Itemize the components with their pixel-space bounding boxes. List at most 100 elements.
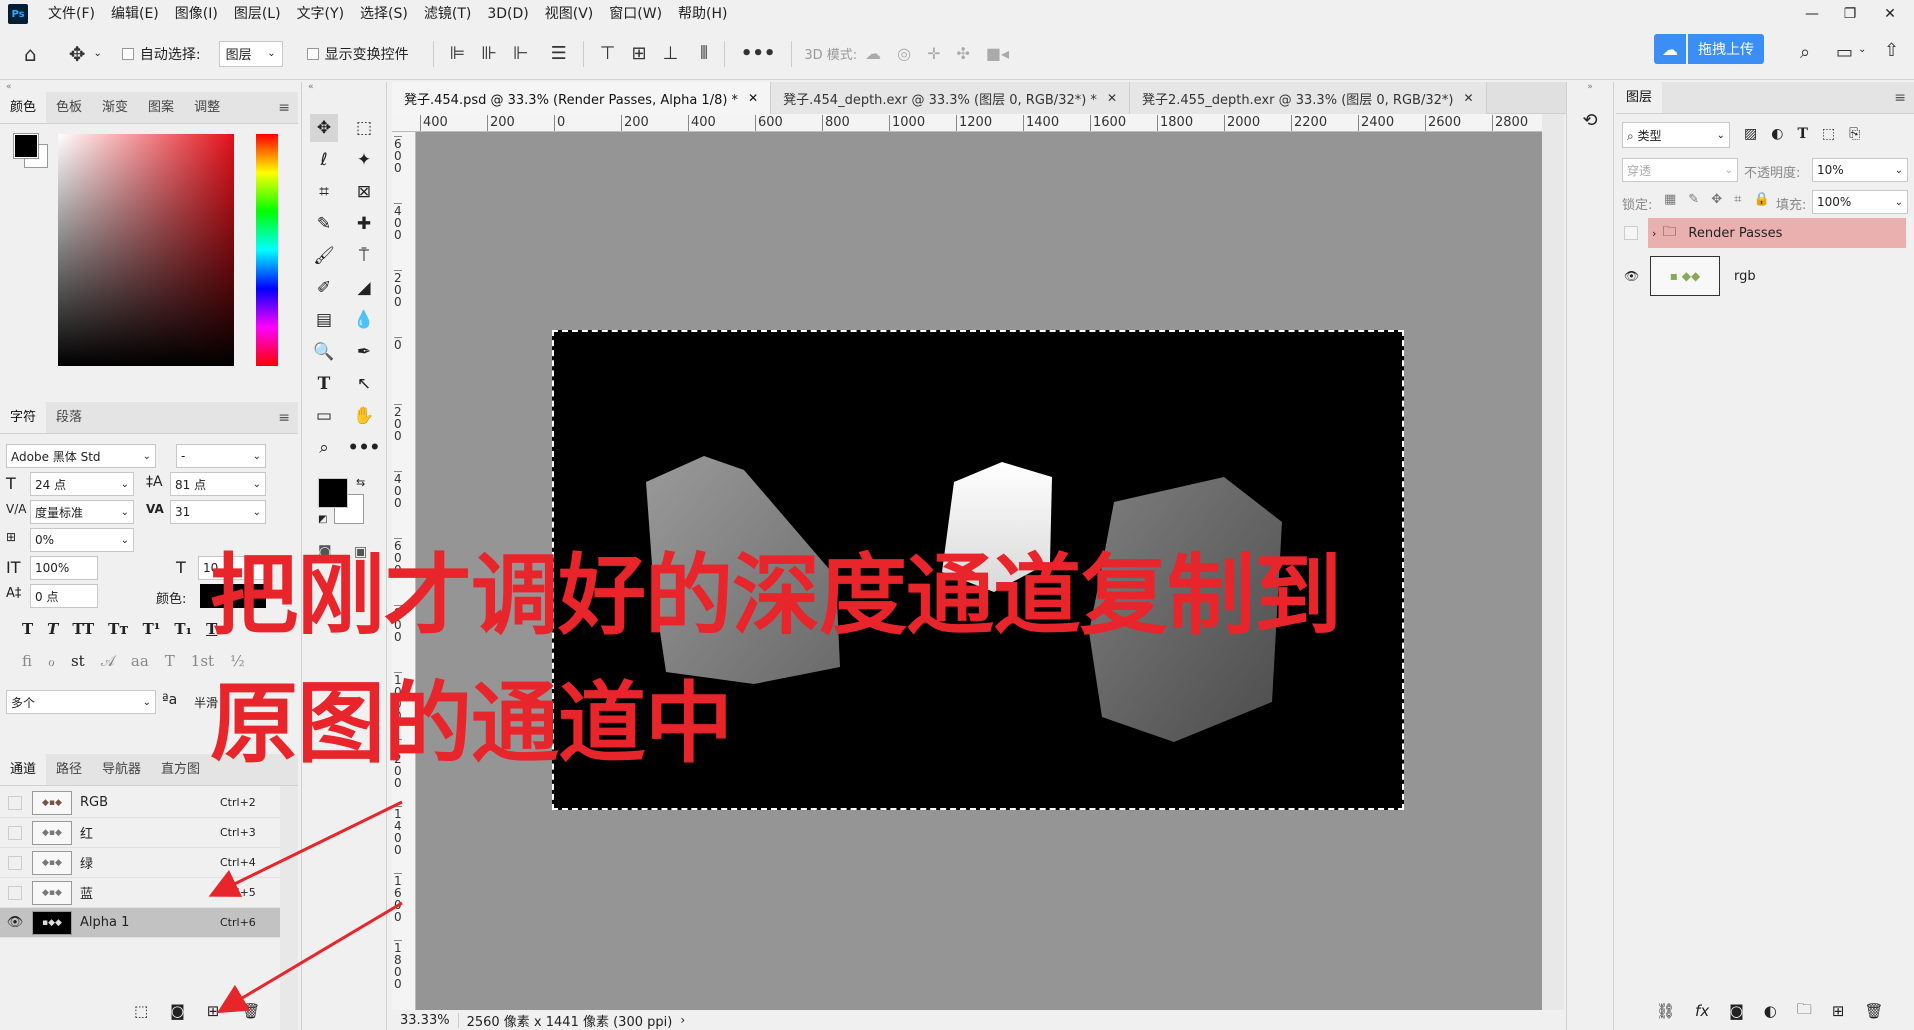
healing-brush-tool-icon[interactable]: ✚ <box>350 210 378 238</box>
orbit-3d-icon[interactable]: ☁ <box>865 44 881 63</box>
menu-file[interactable]: 文件(F) <box>40 0 103 28</box>
lock-artboard-icon[interactable]: ⌗ <box>1734 192 1741 207</box>
swap-colors-icon[interactable]: ⇆ <box>356 476 365 489</box>
link-icon[interactable]: ⛓ <box>1656 1002 1675 1020</box>
chevron-right-icon[interactable]: › <box>1652 227 1656 240</box>
menu-help[interactable]: 帮助(H) <box>670 0 735 28</box>
visibility-toggle[interactable] <box>8 825 22 840</box>
fill-field[interactable]: 100% ⌄ <box>1812 190 1908 214</box>
default-colors-icon[interactable]: ◩ <box>318 514 327 525</box>
eyedropper-tool-icon[interactable]: ✎ <box>310 210 338 238</box>
chevron-down-icon[interactable]: ⌄ <box>93 48 101 59</box>
stylistic-alternates-icon[interactable]: aa <box>131 652 149 670</box>
doc-tab-1[interactable]: 凳子.454.psd @ 33.3% (Render Passes, Alpha… <box>392 82 772 114</box>
menu-window[interactable]: 窗口(W) <box>601 0 670 28</box>
tab-color[interactable]: 颜色 <box>0 92 47 123</box>
ligature-icon[interactable]: fi <box>22 652 32 670</box>
history-panel-icon[interactable]: ⟲ <box>1576 110 1604 138</box>
faux-italic-icon[interactable]: T <box>47 620 58 638</box>
move-tool-icon[interactable]: ✥ <box>69 42 86 66</box>
load-selection-icon[interactable]: ⬚ <box>134 1002 148 1020</box>
channel-row-alpha1[interactable]: 👁 ▪◆◆ Alpha 1 Ctrl+6 <box>0 908 280 938</box>
tab-swatches[interactable]: 色板 <box>46 92 92 123</box>
faux-bold-icon[interactable]: T <box>22 620 33 638</box>
layer-filter-select[interactable]: ⌕ 类型 ⌄ <box>1622 122 1730 148</box>
new-layer-icon[interactable]: ⊞ <box>1832 1002 1845 1020</box>
eraser-tool-icon[interactable]: ◢ <box>350 274 378 302</box>
visibility-toggle[interactable] <box>8 855 22 870</box>
close-icon[interactable]: ✕ <box>1107 91 1117 105</box>
channel-row-red[interactable]: ◆▪◆ 红 Ctrl+3 <box>0 818 280 848</box>
lock-transparent-icon[interactable]: ▦ <box>1664 192 1676 207</box>
magic-wand-tool-icon[interactable]: ✦ <box>350 146 378 174</box>
menu-3d[interactable]: 3D(D) <box>479 0 536 28</box>
auto-select-option[interactable]: 自动选择: <box>121 44 201 64</box>
chevron-down-icon[interactable]: ⌄ <box>1858 44 1866 55</box>
trash-icon[interactable]: 🗑 <box>241 1002 260 1020</box>
tab-layers[interactable]: 图层 <box>1616 82 1663 113</box>
move-tool-icon[interactable]: ✥ <box>310 114 338 142</box>
panel-menu-icon[interactable]: ≡ <box>278 402 290 433</box>
tsume-field[interactable]: 0% ⌄ <box>30 528 134 552</box>
tab-histogram[interactable]: 直方图 <box>151 754 210 785</box>
menu-type[interactable]: 文字(Y) <box>289 0 352 28</box>
channel-row-rgb[interactable]: ◆▪◆ RGB Ctrl+2 <box>0 788 280 818</box>
hand-tool-icon[interactable]: ✋ <box>350 402 378 430</box>
pan-3d-icon[interactable]: ✛ <box>927 44 940 63</box>
upload-widget[interactable]: ☁ 拖拽上传 <box>1654 34 1764 64</box>
foreground-color-swatch[interactable] <box>13 133 39 159</box>
channel-row-green[interactable]: ◆▪◆ 绿 Ctrl+4 <box>0 848 280 878</box>
close-icon[interactable]: ✕ <box>1463 91 1473 105</box>
ordinal-icon[interactable]: st <box>71 652 85 670</box>
type-tool-icon[interactable]: T <box>310 370 338 398</box>
kerning-field[interactable]: 度量标准 ⌄ <box>30 500 134 524</box>
all-caps-icon[interactable]: TT <box>72 620 94 638</box>
camera-3d-icon[interactable]: ■◂ <box>986 44 1009 63</box>
save-selection-icon[interactable]: ◙ <box>170 1002 185 1020</box>
close-icon[interactable]: ✕ <box>1872 0 1908 28</box>
visibility-toggle[interactable] <box>8 795 22 810</box>
collapse-icon[interactable]: « <box>302 82 386 98</box>
path-selection-tool-icon[interactable]: ↖ <box>350 370 378 398</box>
brush-tool-icon[interactable]: 🖌 <box>310 242 338 270</box>
auto-select-checkbox[interactable] <box>121 47 134 60</box>
gradient-tool-icon[interactable]: ▤ <box>310 306 338 334</box>
auto-select-dropdown[interactable]: 图层 ⌄ <box>218 40 283 67</box>
menu-edit[interactable]: 编辑(E) <box>103 0 167 28</box>
tab-character[interactable]: 字符 <box>0 402 47 433</box>
align-top-icon[interactable]: ⊤ <box>600 43 616 64</box>
workspace-icon[interactable]: ▭ <box>1836 42 1853 63</box>
align-vcenter-icon[interactable]: ⊞ <box>631 43 646 64</box>
tab-gradients[interactable]: 渐变 <box>92 92 138 123</box>
doc-tab-2[interactable]: 凳子.454_depth.exr @ 33.3% (图层 0, RGB/32*)… <box>771 82 1130 114</box>
blur-tool-icon[interactable]: 💧 <box>350 306 378 334</box>
language-select[interactable]: 多个 ⌄ <box>6 690 156 714</box>
foreground-color-swatch[interactable] <box>318 478 348 508</box>
menu-image[interactable]: 图像(I) <box>167 0 226 28</box>
roll-3d-icon[interactable]: ◎ <box>897 44 911 63</box>
blend-mode-select[interactable]: 穿透 ⌄ <box>1622 158 1738 182</box>
rectangle-tool-icon[interactable]: ▭ <box>310 402 338 430</box>
pixel-filter-icon[interactable]: ▨ <box>1744 126 1757 142</box>
new-group-icon[interactable]: 🗀 <box>1797 999 1812 1024</box>
lasso-tool-icon[interactable]: ℓ <box>310 146 338 174</box>
fx-icon[interactable]: fx <box>1695 1002 1709 1020</box>
collapse-icon[interactable]: « <box>0 82 298 92</box>
more-options-icon[interactable]: ••• <box>741 43 776 64</box>
subscript-icon[interactable]: T₁ <box>174 620 192 638</box>
clone-stamp-tool-icon[interactable]: ⍑ <box>350 242 378 270</box>
small-caps-icon[interactable]: Tт <box>108 620 128 638</box>
baseline-shift-field[interactable]: 0 点 <box>30 584 98 608</box>
saturation-brightness-field[interactable] <box>58 134 234 366</box>
titling-alternates-icon[interactable]: T <box>165 652 175 670</box>
dodge-tool-icon[interactable]: 🔍 <box>310 338 338 366</box>
tab-paths[interactable]: 路径 <box>46 754 92 785</box>
history-brush-tool-icon[interactable]: ✐ <box>310 274 338 302</box>
chevron-right-icon[interactable]: › <box>680 1013 685 1027</box>
trash-icon[interactable]: 🗑 <box>1864 1002 1883 1020</box>
shape-filter-icon[interactable]: ⬚ <box>1822 126 1835 142</box>
more-tools-icon[interactable]: ••• <box>348 434 381 462</box>
distribute-vertical-icon[interactable]: ⫴ <box>700 43 708 64</box>
font-style-select[interactable]: - ⌄ <box>176 444 266 468</box>
adjustment-filter-icon[interactable]: ◐ <box>1771 126 1783 142</box>
